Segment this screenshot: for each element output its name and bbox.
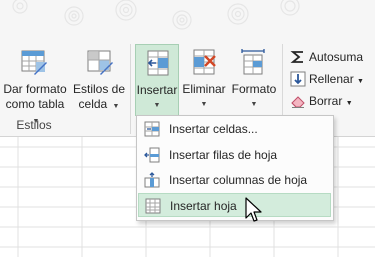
delete-cells-icon: [193, 49, 216, 75]
chevron-down-icon: ▼: [200, 101, 208, 108]
insert-sheet-icon: [145, 198, 161, 214]
menu-item-insert-columns[interactable]: Insertar columnas de hoja: [138, 168, 331, 192]
insert-dropdown-menu: Insertar celdas... Insertar filas de hoj…: [136, 115, 334, 221]
menu-item-label: Insertar celdas...: [169, 122, 258, 136]
format-button[interactable]: Formato ▼: [229, 44, 279, 116]
clear-label-wrap: Borrar ▼: [309, 91, 353, 114]
chevron-down-icon: ▼: [250, 101, 258, 108]
chevron-down-icon: ▼: [345, 100, 353, 107]
format-label: Formato: [231, 82, 277, 96]
fill-label-wrap: Rellenar ▼: [309, 69, 364, 92]
ribbon-background-pattern: [12, 0, 300, 30]
format-as-table-button[interactable]: Dar formato como tabla ▼: [0, 44, 70, 125]
cell-styles-icon: [87, 50, 113, 75]
delete-button[interactable]: Eliminar ▼: [180, 44, 228, 116]
menu-item-insert-sheet[interactable]: Insertar hoja: [138, 193, 331, 217]
sigma-icon: [290, 51, 303, 63]
styles-group-label: Estilos: [16, 118, 52, 132]
cell-styles-label-1: Estilos de: [72, 82, 126, 96]
cell-styles-label-2: celda: [78, 97, 108, 111]
delete-label: Eliminar: [182, 82, 226, 96]
format-cells-icon: [241, 49, 265, 75]
fill-down-icon: [290, 71, 306, 87]
menu-item-label: Insertar columnas de hoja: [169, 173, 308, 187]
insert-label: Insertar: [136, 83, 178, 97]
clear-label: Borrar: [309, 94, 343, 108]
chevron-down-icon: ▼: [153, 102, 161, 109]
cell-styles-button[interactable]: Estilos de celda ▼: [70, 44, 128, 118]
eraser-icon: [291, 96, 305, 108]
table-format-icon: [21, 50, 47, 75]
menu-item-label: Insertar hoja: [170, 199, 237, 213]
insert-cells-icon: [144, 121, 160, 137]
format-as-table-label-2: como tabla: [5, 97, 65, 111]
menu-item-label: Insertar filas de hoja: [169, 148, 278, 162]
menu-item-insert-rows[interactable]: Insertar filas de hoja: [138, 143, 331, 167]
mouse-pointer-icon: [245, 197, 262, 222]
insert-cells-icon: [147, 50, 169, 76]
autosum-label: Autosuma: [309, 50, 364, 64]
menu-item-insert-cells[interactable]: Insertar celdas...: [138, 117, 331, 141]
insert-columns-icon: [144, 172, 160, 188]
group-separator: [130, 44, 131, 134]
insert-rows-icon: [144, 147, 160, 163]
fill-label: Rellenar: [309, 72, 354, 86]
chevron-down-icon: ▼: [357, 78, 364, 85]
insert-button[interactable]: Insertar ▼: [135, 44, 179, 116]
format-as-table-label-1: Dar formato: [3, 82, 67, 96]
chevron-down-icon: ▼: [112, 103, 120, 110]
